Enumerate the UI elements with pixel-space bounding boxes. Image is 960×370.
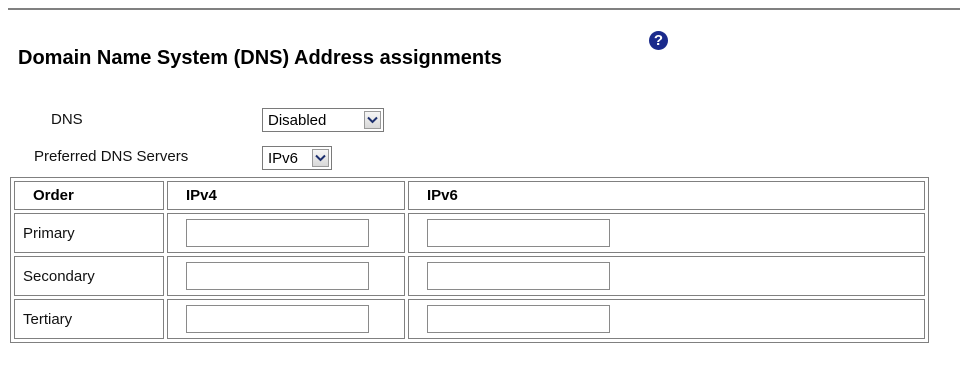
dns-settings-page: Domain Name System (DNS) Address assignm… — [0, 0, 960, 370]
cell-ipv4 — [167, 256, 405, 296]
cell-ipv6 — [408, 299, 925, 339]
dns-select-value: Disabled — [268, 111, 327, 129]
table-row: Secondary — [14, 256, 925, 296]
secondary-ipv6-input[interactable] — [427, 262, 610, 290]
top-divider — [8, 8, 960, 10]
cell-ipv6 — [408, 256, 925, 296]
header-ipv4: IPv4 — [167, 181, 405, 210]
header-ipv6: IPv6 — [408, 181, 925, 210]
cell-ipv6 — [408, 213, 925, 253]
preferred-dns-label: Preferred DNS Servers — [34, 148, 189, 165]
page-title: Domain Name System (DNS) Address assignm… — [18, 47, 502, 69]
chevron-down-icon[interactable] — [312, 149, 329, 167]
primary-ipv4-input[interactable] — [186, 219, 369, 247]
table-row: Primary — [14, 213, 925, 253]
table-header-row: Order IPv4 IPv6 — [14, 181, 925, 210]
header-order: Order — [14, 181, 164, 210]
primary-ipv6-input[interactable] — [427, 219, 610, 247]
dns-address-table: Order IPv4 IPv6 Primary Secondary Tertia… — [10, 177, 929, 343]
dns-label: DNS — [51, 111, 83, 128]
tertiary-ipv4-input[interactable] — [186, 305, 369, 333]
dns-select[interactable]: Disabled — [262, 108, 384, 132]
tertiary-ipv6-input[interactable] — [427, 305, 610, 333]
cell-ipv4 — [167, 299, 405, 339]
row-label-secondary: Secondary — [14, 256, 164, 296]
row-label-tertiary: Tertiary — [14, 299, 164, 339]
preferred-dns-select[interactable]: IPv6 — [262, 146, 332, 170]
preferred-dns-select-value: IPv6 — [268, 149, 299, 167]
help-icon[interactable]: ? — [649, 31, 668, 50]
row-label-primary: Primary — [14, 213, 164, 253]
secondary-ipv4-input[interactable] — [186, 262, 369, 290]
cell-ipv4 — [167, 213, 405, 253]
table-row: Tertiary — [14, 299, 925, 339]
chevron-down-icon[interactable] — [364, 111, 381, 129]
